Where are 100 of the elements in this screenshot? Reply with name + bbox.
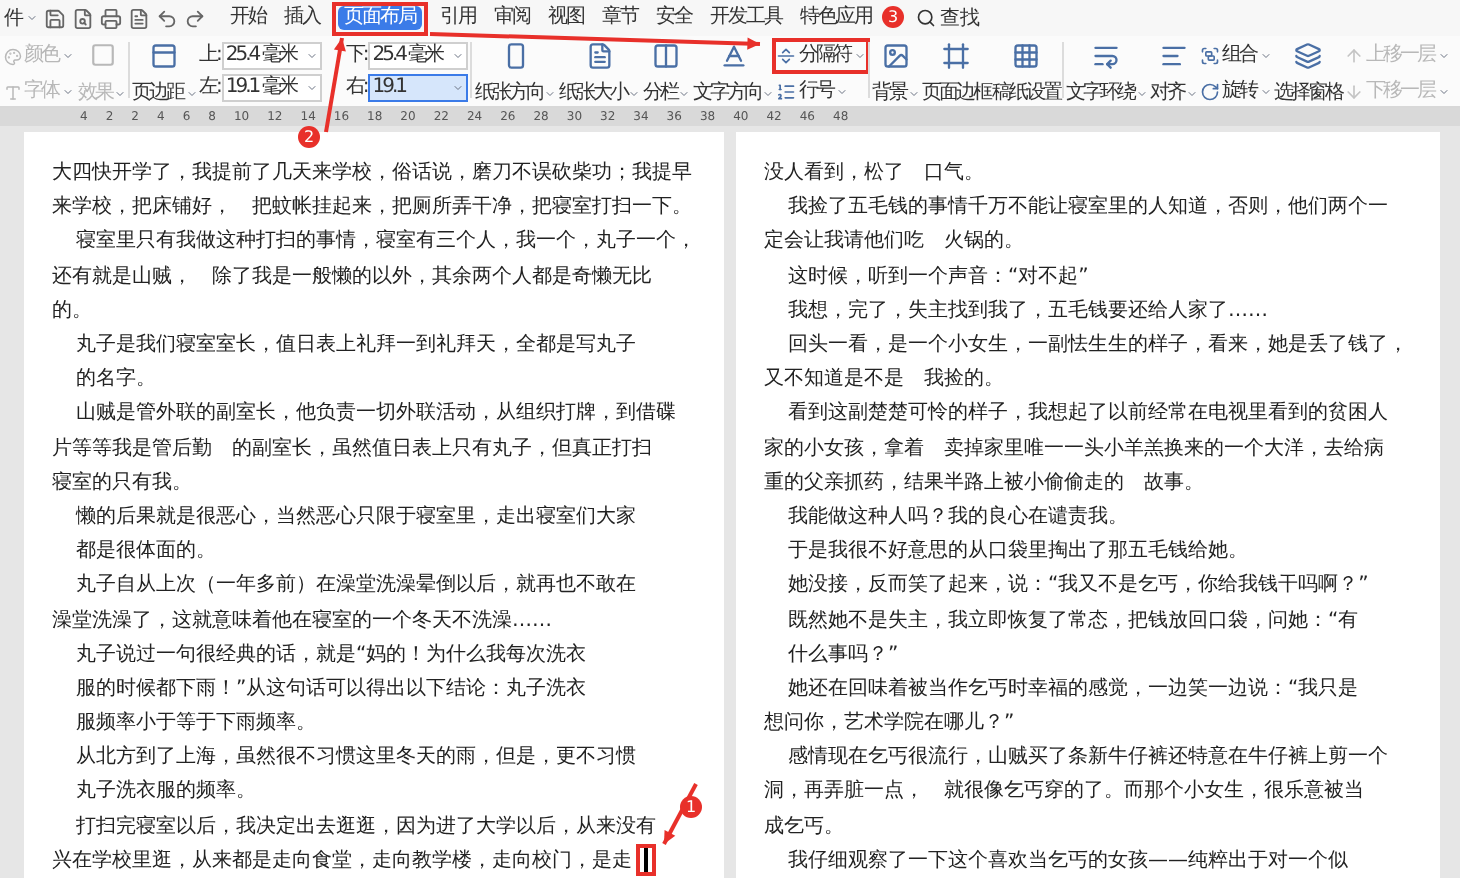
- caret-icon: [853, 50, 866, 62]
- ribbon-icon: [776, 82, 797, 102]
- search-icon: [916, 8, 936, 28]
- page-icon: [150, 42, 179, 70]
- text-line: 大四快开学了，我提前了几天来学校，俗话说，磨刀不误砍柴功；我提早: [52, 160, 692, 187]
- text-line: 都是很体面的。: [76, 538, 216, 565]
- font-icon: [4, 83, 22, 101]
- caret-icon: [114, 88, 126, 100]
- toolbar-icon[interactable]: [156, 7, 178, 29]
- text-line: 又不知道是不是 我捡的。: [764, 366, 1004, 393]
- ribbon-button[interactable]: 页面边框: [921, 42, 990, 106]
- ribbon-button[interactable]: 文字环绕: [1065, 42, 1148, 106]
- margin-field[interactable]: 19.1: [368, 74, 469, 102]
- ribbon-icon: [1293, 42, 1322, 70]
- menu-tab[interactable]: 引用: [434, 6, 482, 30]
- text-line: 我捡了五毛钱的事情千万不能让寝室里的人知道，否则，他们两个一: [788, 194, 1388, 221]
- ribbon-button[interactable]: 纸张方向: [474, 42, 557, 106]
- ribbon-button[interactable]: 行号: [776, 78, 866, 106]
- margin-field[interactable]: 25.4 毫米: [221, 42, 322, 70]
- ribbon-button[interactable]: 旋转: [1199, 78, 1272, 106]
- text-line: 她还在回味着被当作乞丐时幸福的感觉，一边笑一边说：“我只是: [788, 675, 1359, 702]
- toolbar-icon[interactable]: [44, 7, 66, 29]
- caret-icon: [62, 50, 74, 62]
- file-menu[interactable]: 件: [4, 3, 38, 33]
- margin-field[interactable]: 19.1 毫米: [221, 74, 322, 102]
- text-line: 洞，再弄脏一点， 就很像乞丐穿的了。而那个小女生，很乐意被当: [764, 778, 1364, 805]
- menu-tab[interactable]: 页面布局: [338, 6, 422, 30]
- ribbon-button[interactable]: 分栏: [642, 42, 691, 106]
- text-line: 服的时候都下雨！”从这句话可以得出以下结论：丸子洗衣: [76, 675, 587, 702]
- text-line: 没人看到，松了 口气。: [764, 160, 984, 187]
- text-line: 片等等我是管后勤 的副室长，虽然值日表上只有丸子，但真正打扫: [52, 435, 652, 462]
- ribbon-button[interactable]: 文字方向: [692, 42, 775, 106]
- caret-icon: [1259, 50, 1272, 62]
- caret-icon: [1185, 88, 1198, 100]
- text-line: 丸子说过一句很经典的话，就是“妈的！为什么我每次洗衣: [76, 641, 587, 668]
- ribbon-icon: [1011, 42, 1040, 70]
- text-line: 什么事吗？”: [788, 641, 899, 668]
- text-line: 成乞丐。: [764, 813, 844, 840]
- text-line: 寝室里只有我做这种打扫的事情，寝室有三个人，我一个，丸子一个，: [76, 228, 696, 255]
- text-line: 我仔细观察了一下这个喜欢当乞丐的女孩——纯粹出于对一个似: [788, 847, 1348, 874]
- caret-icon: [1437, 50, 1450, 62]
- text-line: 回头一看，是一个小女生，一副怯生生的样子，看来，她是丢了钱了，: [788, 332, 1408, 359]
- caret-icon: [678, 88, 691, 100]
- text-line: 的名字。: [76, 366, 156, 393]
- margin-field[interactable]: 25.4 毫米: [368, 42, 469, 70]
- ribbon-button[interactable]: 组合: [1199, 42, 1272, 70]
- menu-tab[interactable]: 特色应用: [794, 6, 878, 30]
- text-line: 从北方到了上海，虽然很不习惯这里冬天的雨，但是，更不习惯: [76, 744, 636, 771]
- callout-badge: 2: [298, 126, 320, 148]
- ribbon-icon: [652, 42, 681, 70]
- text-line: 想问你，艺术学院在哪儿？”: [764, 710, 1015, 737]
- ribbon-button[interactable]: 稿纸设置: [991, 42, 1060, 106]
- ribbon-button[interactable]: 纸张大小: [558, 42, 641, 106]
- menu-tab[interactable]: 章节: [596, 6, 644, 30]
- toolbar-icon[interactable]: [128, 7, 150, 29]
- menu-tab[interactable]: 开始: [224, 6, 272, 30]
- text-line: 山贼是管外联的副室长，他负责一切外联活动，从组织打牌，到借碟: [76, 400, 676, 427]
- ribbon-icon: [1343, 82, 1364, 102]
- menu-tab[interactable]: 审阅: [488, 6, 536, 30]
- text-line: 重的父亲抓药，结果半路上被小偷偷走的 故事。: [764, 469, 1204, 496]
- caret-icon: [185, 88, 197, 100]
- palette-icon: [4, 47, 22, 65]
- ribbon-icon: [1343, 46, 1364, 66]
- caret-icon: [762, 88, 775, 100]
- menu-tab[interactable]: 视图: [542, 6, 590, 30]
- caret-icon: [1259, 86, 1272, 98]
- caret-icon: [628, 88, 641, 100]
- text-line: 丸子洗衣服的频率。: [76, 778, 256, 805]
- toolbar-icon[interactable]: [72, 7, 94, 29]
- toolbar-icon[interactable]: [100, 7, 122, 29]
- menu-tab[interactable]: 开发工具: [704, 6, 788, 30]
- toolbar-icon[interactable]: [184, 7, 206, 29]
- text-line: 还有就是山贼， 除了我是一般懒的以外，其余两个人都是奇懒无比: [52, 263, 652, 290]
- margin-label: 下:: [345, 44, 367, 68]
- ribbon-button[interactable]: 对齐: [1149, 42, 1198, 106]
- text-line: 兴在学校里逛，从来都是走向食堂，走向教学楼，走向校门，是走: [52, 847, 632, 874]
- menu-tab[interactable]: 安全: [650, 6, 698, 30]
- ribbon-button[interactable]: 选择窗格: [1273, 42, 1342, 106]
- annotation-arrow: [662, 783, 698, 845]
- text-line: 服频率小于等于下雨频率。: [76, 710, 316, 737]
- text-line: 澡堂洗澡了，这就意味着他在寝室的一个冬天不洗澡……: [52, 607, 552, 634]
- search-button[interactable]: 查找: [916, 3, 980, 33]
- text-line: 她没接，反而笑了起来，说：“我又不是乞丐，你给我钱干吗啊？”: [788, 572, 1369, 599]
- text-line: 这时候，听到一个声音：“对不起”: [788, 263, 1089, 290]
- margins-button[interactable]: 页边距: [132, 42, 197, 106]
- ribbon-button[interactable]: 背景: [871, 42, 920, 106]
- caret-icon: [26, 12, 38, 24]
- margin-label: 右:: [345, 76, 367, 100]
- ribbon-button[interactable]: 分隔符: [776, 42, 866, 70]
- caret-icon: [544, 88, 557, 100]
- menu-tab[interactable]: 插入: [278, 6, 326, 30]
- text-line: 定会让我请他们吃 火锅的。: [764, 228, 1024, 255]
- ribbon-icon: [941, 42, 970, 70]
- ribbon-icon: [585, 42, 614, 70]
- text-line: 家的小女孩，拿着 卖掉家里唯一一头小羊羔换来的一个大洋，去给病: [764, 435, 1384, 462]
- ribbon-icon: [1199, 46, 1220, 66]
- ribbon-icon: [719, 42, 748, 70]
- ribbon-icon: [1092, 42, 1121, 70]
- text-line: 看到这副楚楚可怜的样子，我想起了以前经常在电视里看到的贫困人: [788, 400, 1388, 427]
- text-line: 我想，完了，失主找到我了，五毛钱要还给人家了……: [788, 297, 1268, 324]
